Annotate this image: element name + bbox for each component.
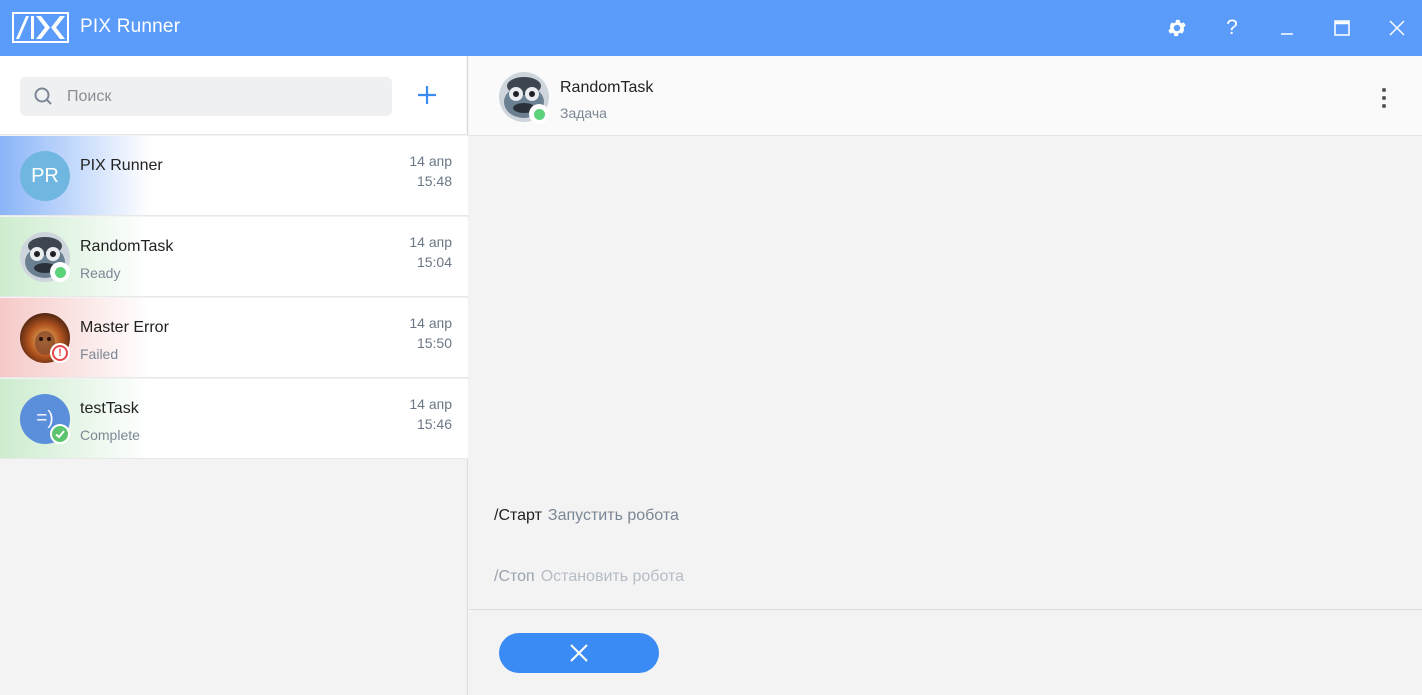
search-icon — [34, 87, 52, 105]
minimize-button[interactable] — [1271, 12, 1303, 44]
close-icon — [570, 644, 588, 662]
pix-logo-icon — [12, 12, 69, 43]
command-name: /Стоп — [494, 568, 535, 585]
conversation-subtitle: Задача — [560, 105, 607, 121]
chat-item-master-error[interactable]: ! Master Error Failed 14 апр 15:50 — [0, 298, 468, 378]
command-footer — [469, 609, 1422, 695]
chat-time: 15:48 — [416, 173, 452, 189]
gear-icon — [1168, 19, 1186, 37]
check-icon — [52, 426, 68, 442]
chat-date: 14 апр — [409, 153, 452, 169]
kebab-dot — [1382, 104, 1386, 108]
maximize-icon — [1334, 20, 1350, 36]
avatar-initials: PR — [31, 164, 59, 187]
more-options-button[interactable] — [1369, 83, 1399, 113]
complete-badge — [50, 424, 70, 444]
online-dot-icon — [54, 266, 66, 278]
error-badge: ! — [50, 343, 70, 363]
conversation-header: RandomTask Задача — [469, 56, 1422, 136]
chat-name: PIX Runner — [80, 157, 163, 174]
search-area — [0, 56, 466, 135]
conversation-panel: RandomTask Задача /Старт Запустить робота… — [469, 56, 1422, 695]
search-box[interactable] — [20, 77, 392, 116]
command-name: /Старт — [494, 507, 542, 524]
avatar: PR — [20, 151, 70, 201]
chat-name: testTask — [80, 400, 139, 417]
settings-button[interactable] — [1161, 12, 1193, 44]
chat-item-pix-runner[interactable]: PR PIX Runner 14 апр 15:48 — [0, 136, 468, 216]
chat-status: Ready — [80, 265, 121, 281]
plus-icon — [418, 86, 436, 104]
chat-time: 15:46 — [416, 416, 452, 432]
command-description: Запустить робота — [547, 507, 679, 524]
chat-time: 15:50 — [416, 335, 452, 351]
add-chat-button[interactable] — [412, 80, 442, 110]
chat-sidebar: PR PIX Runner 14 апр 15:48 RandomTask Re… — [0, 56, 468, 695]
kebab-dot — [1382, 96, 1386, 100]
command-start[interactable]: /Старт Запустить робота — [494, 507, 679, 525]
help-icon: ? — [1226, 16, 1238, 39]
close-commands-button[interactable] — [499, 633, 659, 673]
search-input[interactable] — [67, 77, 377, 116]
chat-item-testtask[interactable]: =) testTask Complete 14 апр 15:46 — [0, 379, 468, 459]
chat-item-randomtask[interactable]: RandomTask Ready 14 апр 15:04 — [0, 217, 468, 297]
close-window-button[interactable] — [1381, 12, 1413, 44]
online-dot-icon — [533, 108, 545, 120]
app-title: PIX Runner — [80, 16, 181, 37]
chat-status: Complete — [80, 427, 140, 443]
maximize-button[interactable] — [1326, 12, 1358, 44]
command-stop[interactable]: /Стоп Остановить робота — [494, 568, 684, 586]
error-icon: ! — [52, 345, 68, 361]
chat-name: Master Error — [80, 319, 169, 336]
chat-time: 15:04 — [416, 254, 452, 270]
chat-date: 14 апр — [409, 234, 452, 250]
help-button[interactable]: ? — [1216, 12, 1248, 44]
kebab-dot — [1382, 88, 1386, 92]
online-badge — [529, 104, 549, 124]
title-bar: PIX Runner ? — [0, 0, 1422, 56]
online-badge — [50, 262, 70, 282]
chat-name: RandomTask — [80, 238, 174, 255]
chat-date: 14 апр — [409, 396, 452, 412]
conversation-title: RandomTask — [560, 79, 654, 96]
chat-date: 14 апр — [409, 315, 452, 331]
command-description: Остановить робота — [540, 568, 685, 585]
minimize-icon — [1281, 33, 1293, 35]
chat-status: Failed — [80, 346, 119, 362]
close-icon — [1389, 20, 1405, 36]
